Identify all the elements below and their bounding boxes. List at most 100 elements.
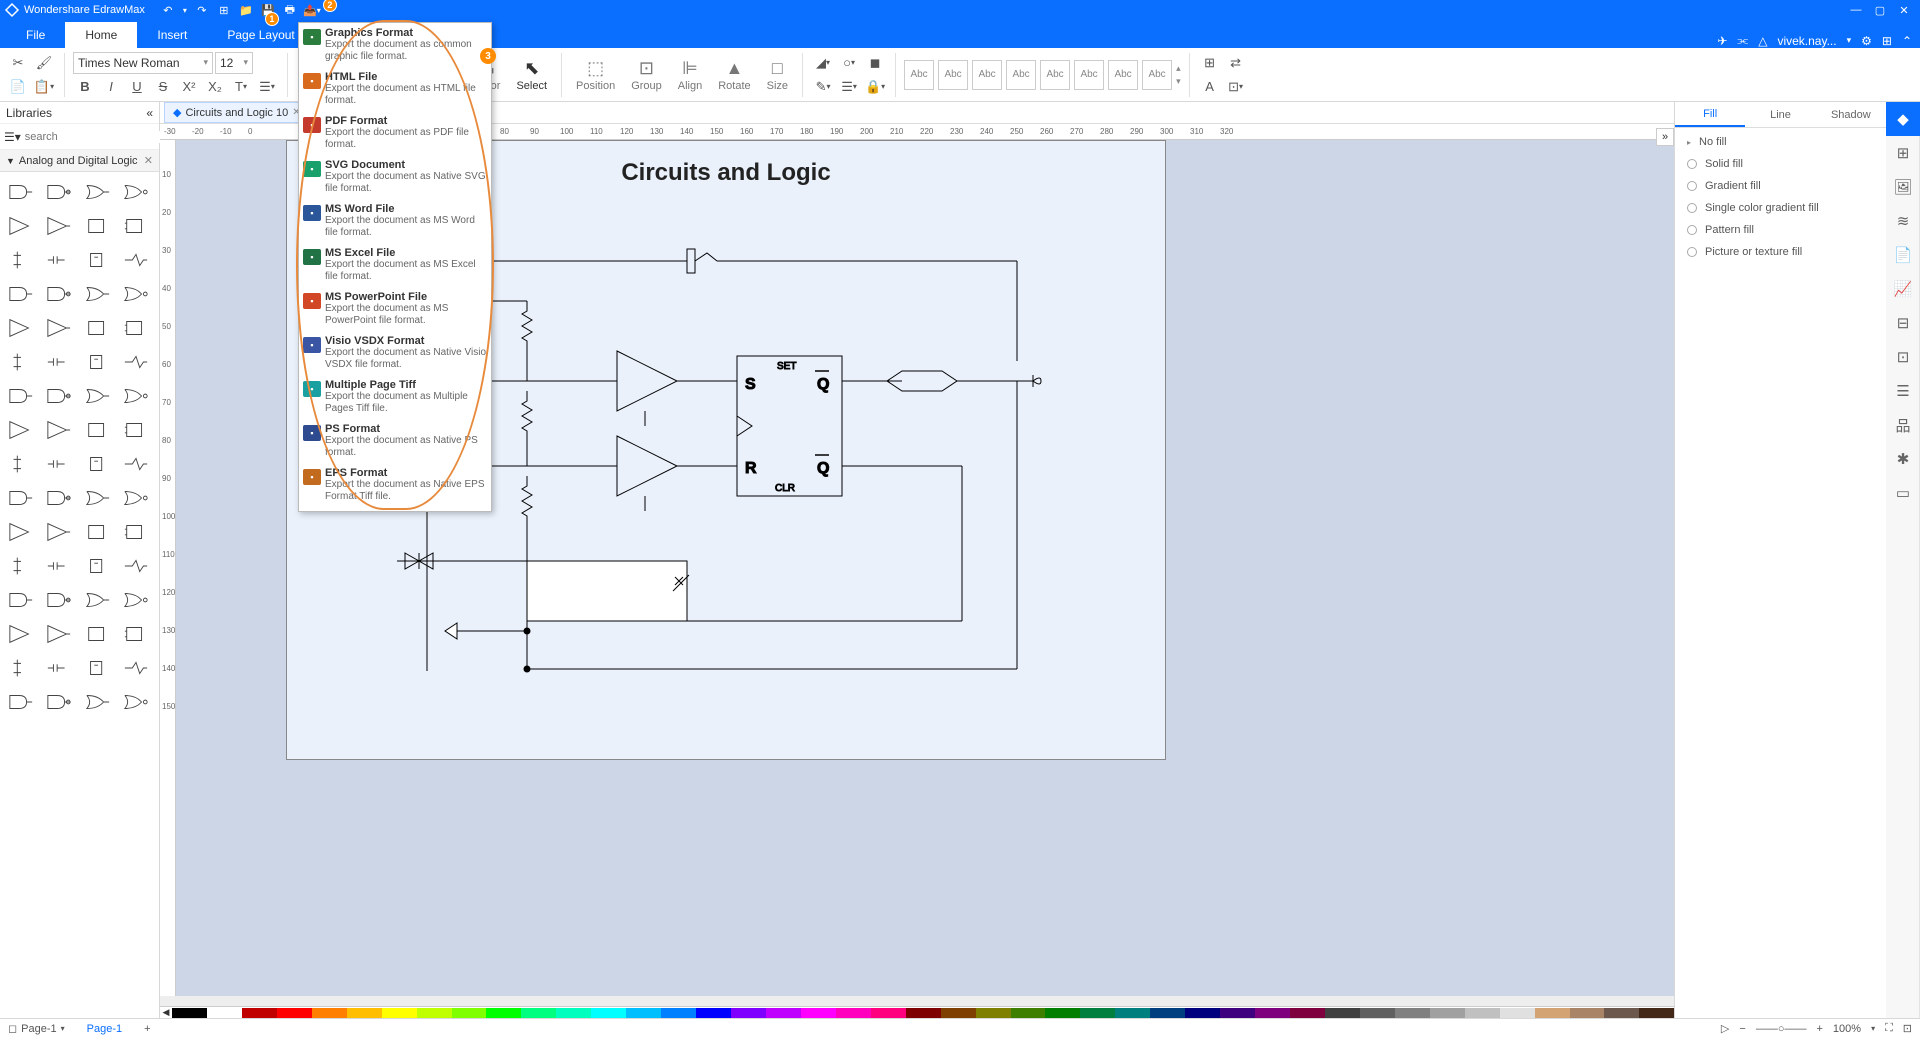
shape-item[interactable] [81, 176, 115, 208]
redo-button[interactable]: ↷ [193, 2, 211, 18]
color-swatch[interactable] [1500, 1008, 1535, 1018]
shape-item[interactable] [4, 312, 38, 344]
fullscreen-icon[interactable]: ⊡ [1903, 1022, 1912, 1035]
color-swatch[interactable] [1150, 1008, 1185, 1018]
shape-item[interactable] [42, 482, 76, 514]
shape-item[interactable] [42, 516, 76, 548]
opt-gradient-fill[interactable]: Gradient fill [1687, 180, 1874, 192]
color-swatch[interactable] [1115, 1008, 1150, 1018]
shape-item[interactable] [81, 516, 115, 548]
color-swatch[interactable] [452, 1008, 487, 1018]
color-swatch[interactable] [1604, 1008, 1639, 1018]
palette-prev-icon[interactable]: ◀ [160, 1007, 172, 1018]
shape-item[interactable] [42, 414, 76, 446]
rotate-button[interactable]: ▲Rotate [712, 56, 756, 94]
color-swatch[interactable] [766, 1008, 801, 1018]
color-swatch[interactable] [382, 1008, 417, 1018]
style-1[interactable]: Abc [904, 60, 934, 90]
tab-shadow[interactable]: Shadow [1816, 102, 1886, 127]
export-item[interactable]: ▪Multiple Page TiffExport the document a… [299, 377, 491, 421]
pen-button[interactable]: ✎▾ [811, 76, 835, 98]
position-button[interactable]: ⬚Position [570, 56, 621, 94]
document-tab[interactable]: ◆ Circuits and Logic 10 ✕ [164, 102, 310, 123]
shape-item[interactable] [119, 312, 153, 344]
shape-item[interactable] [119, 244, 153, 276]
export-item[interactable]: ▪Visio VSDX FormatExport the document as… [299, 333, 491, 377]
page-nav[interactable]: ◻Page-1▾ [8, 1022, 65, 1035]
shape-item[interactable] [42, 312, 76, 344]
font-select[interactable]: Times New Roman▾ [73, 52, 213, 74]
shape-item[interactable] [42, 584, 76, 616]
shape-item[interactable] [4, 414, 38, 446]
color-swatch[interactable] [1465, 1008, 1500, 1018]
shadow-button[interactable]: ◼ [863, 52, 887, 74]
shape-item[interactable] [42, 380, 76, 412]
color-swatch[interactable] [626, 1008, 661, 1018]
tool-dimensions-icon[interactable]: ⊡ [1886, 340, 1920, 374]
send-icon[interactable]: ✈ [1717, 34, 1727, 48]
tool-fill-icon[interactable]: ◆ [1886, 102, 1920, 136]
style-7[interactable]: Abc [1108, 60, 1138, 90]
color-swatch[interactable] [347, 1008, 382, 1018]
shape-item[interactable] [119, 482, 153, 514]
color-swatch[interactable] [1080, 1008, 1115, 1018]
color-swatch[interactable] [1045, 1008, 1080, 1018]
opt-picture-fill[interactable]: Picture or texture fill [1687, 246, 1874, 258]
opt-solid-fill[interactable]: Solid fill [1687, 158, 1874, 170]
export-item[interactable]: ▪MS PowerPoint FileExport the document a… [299, 289, 491, 333]
user-name[interactable]: vivek.nay... [1777, 34, 1836, 48]
color-swatch[interactable] [871, 1008, 906, 1018]
tool-chart-icon[interactable]: 📈 [1886, 272, 1920, 306]
tool-layers-icon[interactable]: ≋ [1886, 204, 1920, 238]
shape-item[interactable] [119, 448, 153, 480]
shape-item[interactable] [81, 414, 115, 446]
align-button[interactable]: ⊫Align [672, 56, 708, 94]
tool-connect-icon[interactable]: ✱ [1886, 442, 1920, 476]
color-swatch[interactable] [731, 1008, 766, 1018]
tab-home[interactable]: Home [65, 22, 137, 48]
color-swatch[interactable] [696, 1008, 731, 1018]
shape-item[interactable] [42, 652, 76, 684]
category-header[interactable]: ▼ Analog and Digital Logic ✕ [0, 150, 159, 172]
color-swatch[interactable] [941, 1008, 976, 1018]
style-2[interactable]: Abc [938, 60, 968, 90]
style-8[interactable]: Abc [1142, 60, 1172, 90]
shape-item[interactable] [81, 482, 115, 514]
color-swatch[interactable] [591, 1008, 626, 1018]
shape-item[interactable] [4, 244, 38, 276]
text-tool-button[interactable]: T▾ [229, 76, 253, 98]
undo-button[interactable]: ↶ [159, 2, 177, 18]
apps-icon[interactable]: ⊞ [1882, 34, 1892, 48]
style-5[interactable]: Abc [1040, 60, 1070, 90]
shape-item[interactable] [42, 686, 76, 718]
zoom-out-button[interactable]: − [1739, 1023, 1745, 1035]
shape-item[interactable] [119, 414, 153, 446]
color-swatch[interactable] [242, 1008, 277, 1018]
shape-item[interactable] [119, 618, 153, 650]
color-swatch[interactable] [556, 1008, 591, 1018]
color-swatch[interactable] [1325, 1008, 1360, 1018]
maximize-button[interactable]: ▢ [1868, 2, 1892, 18]
tool-table-icon[interactable]: ⊟ [1886, 306, 1920, 340]
shape-item[interactable] [42, 550, 76, 582]
bell-icon[interactable]: △ [1758, 34, 1767, 48]
shape-item[interactable] [81, 210, 115, 242]
shape-item[interactable] [4, 210, 38, 242]
styles-up[interactable]: ▴ [1176, 63, 1181, 74]
lock-button[interactable]: 🔒▾ [863, 76, 887, 98]
paste-button[interactable]: 📋▾ [32, 76, 56, 98]
shape-item[interactable] [81, 346, 115, 378]
tool-image-icon[interactable]: 🖼 [1886, 170, 1920, 204]
color-swatch[interactable] [1360, 1008, 1395, 1018]
color-swatch[interactable] [312, 1008, 347, 1018]
color-swatch[interactable] [976, 1008, 1011, 1018]
horizontal-scrollbar[interactable] [160, 996, 1674, 1006]
shape-item[interactable] [119, 584, 153, 616]
shape-item[interactable] [4, 652, 38, 684]
color-swatch[interactable] [521, 1008, 556, 1018]
color-swatch[interactable] [417, 1008, 452, 1018]
shape-item[interactable] [81, 244, 115, 276]
shape-item[interactable] [119, 346, 153, 378]
settings-icon[interactable]: ⚙ [1861, 34, 1872, 48]
shape-item[interactable] [42, 210, 76, 242]
